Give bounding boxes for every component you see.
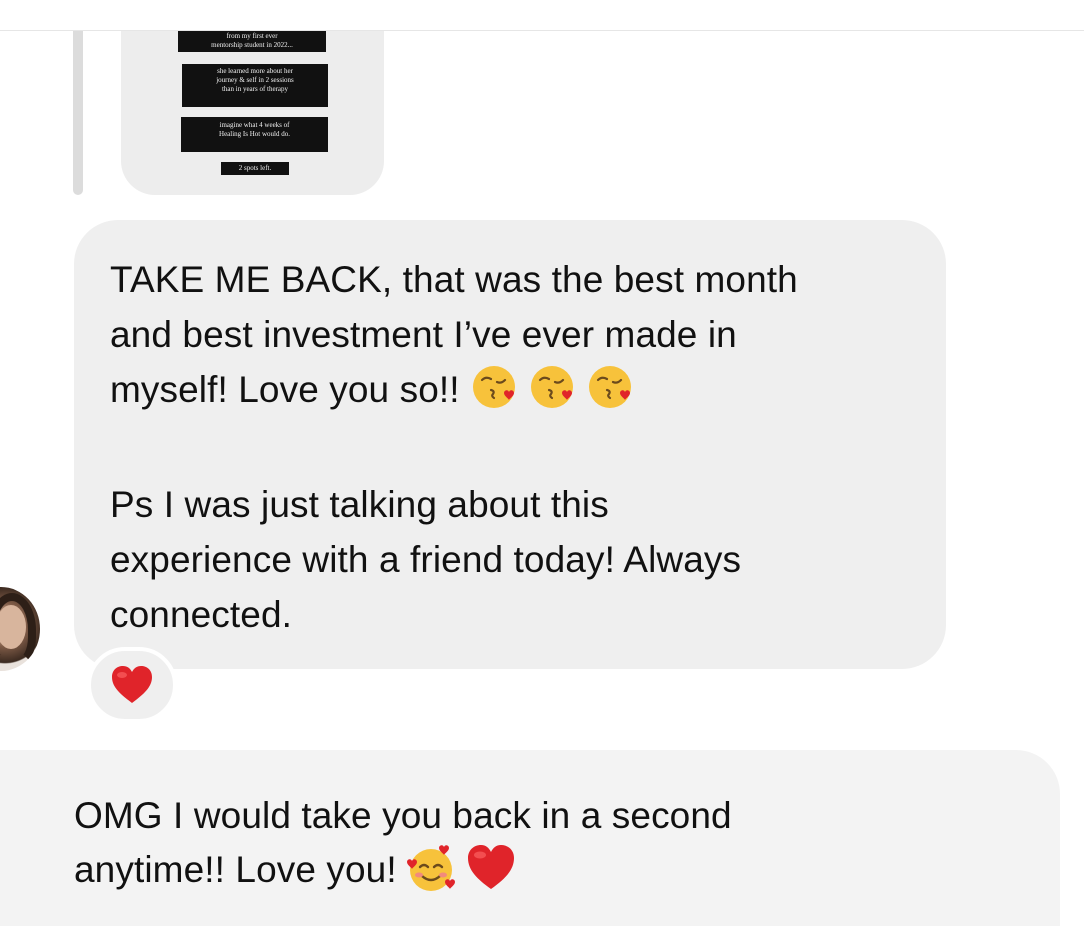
story-reply-preview[interactable]: from my first ever mentorship student in… <box>121 31 384 195</box>
outgoing-message-bubble[interactable]: OMG I would take you back in a second an… <box>0 750 1060 926</box>
incoming-message-text: TAKE ME BACK, that was the best month an… <box>110 252 910 642</box>
outgoing-message-text: OMG I would take you back in a second an… <box>74 790 1060 896</box>
story-text-line: imagine what 4 weeks of Healing Is Hot w… <box>181 117 328 152</box>
story-text-line: from my first ever mentorship student in… <box>178 31 326 52</box>
heart-reaction-badge[interactable] <box>87 647 177 723</box>
dm-thread: from my first ever mentorship student in… <box>0 0 1084 926</box>
message-paragraph-text: OMG I would take you back in a second an… <box>74 795 732 890</box>
message-paragraph: TAKE ME BACK, that was the best month an… <box>110 252 910 417</box>
kissing-face-with-heart-emoji-icon <box>588 366 631 408</box>
smiling-face-with-hearts-emoji-icon <box>406 845 455 891</box>
story-text-line: 2 spots left. <box>221 162 289 175</box>
story-text-line: she learned more about her journey & sel… <box>182 64 328 107</box>
message-paragraph-text: TAKE ME BACK, that was the best month an… <box>110 259 798 410</box>
kissing-face-with-heart-emoji-icon <box>530 366 573 408</box>
sender-avatar[interactable] <box>0 585 42 673</box>
incoming-message-bubble[interactable]: TAKE ME BACK, that was the best month an… <box>74 220 946 669</box>
red-heart-icon <box>112 666 152 703</box>
avatar-hair <box>0 593 36 667</box>
kissing-face-with-heart-emoji-icon <box>472 366 515 408</box>
message-paragraph: Ps I was just talking about this experie… <box>110 484 742 635</box>
red-heart-emoji-icon <box>467 845 514 889</box>
message-paragraph: OMG I would take you back in a second an… <box>74 790 1060 896</box>
reply-indicator-bar <box>73 31 83 195</box>
